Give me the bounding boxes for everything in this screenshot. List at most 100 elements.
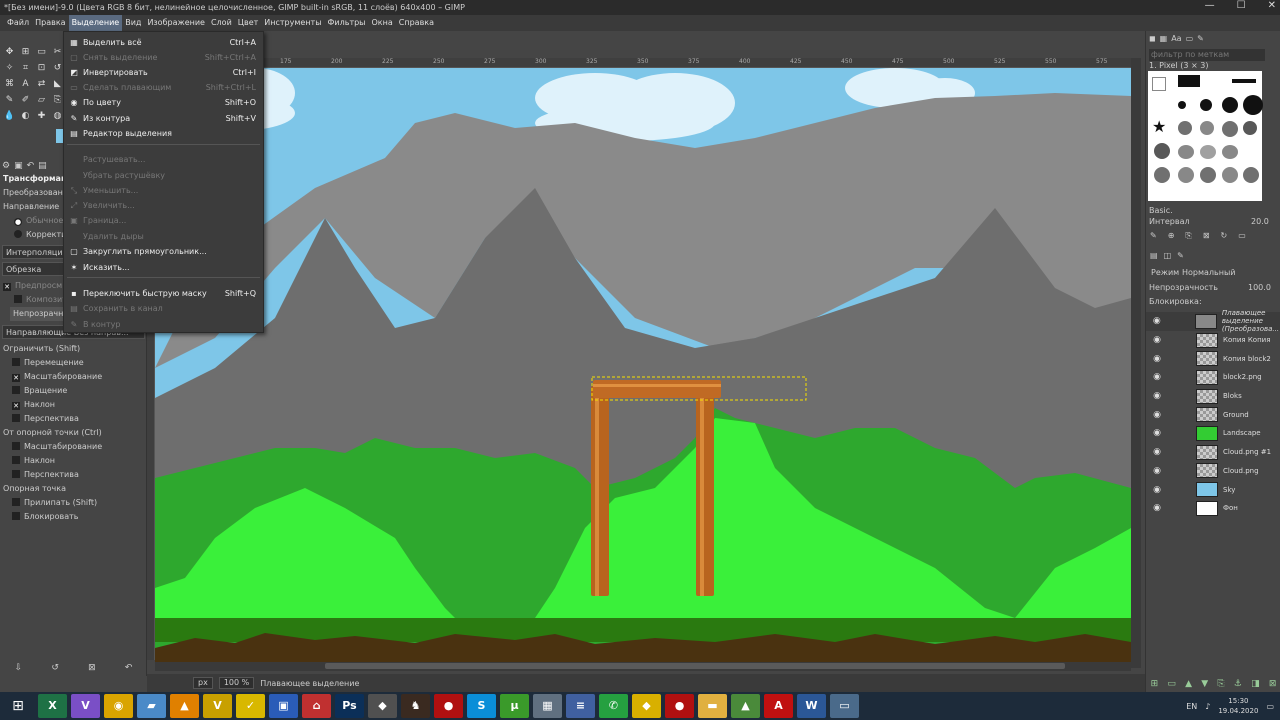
text-tool-icon[interactable]: A bbox=[18, 77, 33, 92]
selection-menu-item[interactable]: ✶ Исказить... bbox=[64, 260, 263, 275]
visibility-eye-icon[interactable]: ◉ bbox=[1146, 391, 1168, 401]
spacing-value[interactable]: 20.0 bbox=[1251, 217, 1269, 226]
brush-folder-icon[interactable]: ▭ bbox=[1238, 231, 1246, 241]
clock[interactable]: 15:30 19.04.2020 bbox=[1218, 696, 1258, 716]
menu-7[interactable]: Инструменты bbox=[261, 15, 324, 31]
constrain-items-checkbox[interactable]: Перспектива bbox=[0, 412, 147, 426]
pixel-brush[interactable] bbox=[1152, 77, 1166, 91]
layer-row[interactable]: ◉ Cloud.png #1 bbox=[1146, 443, 1280, 462]
whatsapp-icon[interactable]: ✆ bbox=[599, 694, 628, 718]
patterns-tab-icon[interactable]: ▦ bbox=[1160, 34, 1168, 43]
unit-select[interactable]: px bbox=[193, 677, 213, 689]
refresh-brushes-icon[interactable]: ↻ bbox=[1221, 231, 1228, 241]
zoom-select[interactable]: 100 % bbox=[218, 677, 255, 689]
selection-menu-item[interactable]: ▣ Граница... bbox=[64, 213, 263, 228]
selection-menu-item[interactable]: ▢ Закруглить прямоугольник... bbox=[64, 244, 263, 259]
new-layer-icon[interactable]: ⊞ bbox=[1151, 679, 1159, 689]
brush-fuzzy-1[interactable] bbox=[1178, 121, 1192, 135]
images-tab-icon[interactable]: ▤ bbox=[38, 161, 47, 171]
menu-6[interactable]: Цвет bbox=[235, 15, 262, 31]
menu-8[interactable]: Фильтры bbox=[325, 15, 369, 31]
brush-star[interactable]: ★ bbox=[1152, 119, 1168, 135]
record-icon[interactable]: ● bbox=[434, 694, 463, 718]
brush-line[interactable] bbox=[1232, 79, 1256, 83]
menu-5[interactable]: Слой bbox=[208, 15, 235, 31]
save-icon[interactable]: ▣ bbox=[269, 694, 298, 718]
brush-preset[interactable]: Basic. bbox=[1149, 206, 1173, 215]
reset-options-icon[interactable]: ↶ bbox=[125, 663, 133, 673]
recorder-icon[interactable]: ● bbox=[665, 694, 694, 718]
unified-transform-tool-icon[interactable]: ⊡ bbox=[34, 61, 49, 76]
photoshop-icon[interactable]: Ps bbox=[335, 694, 364, 718]
layer-opacity-value[interactable]: 100.0 bbox=[1248, 283, 1271, 292]
pivot-items-checkbox[interactable]: Перспектива bbox=[0, 468, 147, 482]
selection-menu-item[interactable]: Удалить дыры bbox=[64, 229, 263, 244]
anchor-items-checkbox[interactable]: Прилипать (Shift) bbox=[0, 496, 147, 510]
close-button[interactable]: ✕ bbox=[1268, 0, 1276, 11]
visibility-eye-icon[interactable]: ◉ bbox=[1146, 503, 1168, 513]
brush-texture-5[interactable] bbox=[1154, 167, 1170, 183]
duplicate-brush-icon[interactable]: ⎘ bbox=[1185, 231, 1191, 241]
visibility-eye-icon[interactable]: ◉ bbox=[1146, 316, 1168, 326]
delete-options-icon[interactable]: ⊠ bbox=[88, 663, 96, 673]
minimize-button[interactable]: — bbox=[1205, 0, 1215, 11]
brush-edit-icon[interactable]: ✎ bbox=[1197, 34, 1204, 43]
layer-row[interactable]: ◉ Копия block2 bbox=[1146, 349, 1280, 368]
brush-block[interactable] bbox=[1178, 75, 1200, 87]
layer-row[interactable]: ◉ block2.png bbox=[1146, 368, 1280, 387]
brush-texture-6[interactable] bbox=[1178, 167, 1194, 183]
selection-menu-item[interactable]: Растушевать... bbox=[64, 152, 263, 167]
folder-icon[interactable]: ▬ bbox=[698, 694, 727, 718]
brush-fuzzy-4[interactable] bbox=[1243, 121, 1257, 135]
landscape-icon[interactable]: ▲ bbox=[731, 694, 760, 718]
vectoring-icon[interactable]: V bbox=[203, 694, 232, 718]
brush-round-small[interactable] bbox=[1178, 101, 1186, 109]
calculator-icon[interactable]: ▦ bbox=[533, 694, 562, 718]
heal-tool-icon[interactable]: ✚ bbox=[34, 109, 49, 124]
device-status-tab-icon[interactable]: ▣ bbox=[14, 161, 23, 171]
keyboard-language[interactable]: EN bbox=[1186, 702, 1197, 711]
raise-layer-icon[interactable]: ▲ bbox=[1185, 679, 1192, 689]
utorrent-icon[interactable]: µ bbox=[500, 694, 529, 718]
layer-row[interactable]: ◉ Плавающее выделение (Преобразова... bbox=[1146, 309, 1280, 333]
pencil-tool-icon[interactable]: ✎ bbox=[2, 93, 17, 108]
layer-row[interactable]: ◉ Копия Копия bbox=[1146, 331, 1280, 350]
menu-0[interactable]: Файл bbox=[4, 15, 32, 31]
paths-tab-icon[interactable]: ✎ bbox=[1177, 251, 1184, 260]
brush-fuzzy-2[interactable] bbox=[1200, 121, 1214, 135]
windows-start-icon[interactable]: ⊞ bbox=[0, 692, 36, 720]
monitor-icon[interactable]: ▭ bbox=[830, 694, 859, 718]
delete-brush-icon[interactable]: ⊠ bbox=[1203, 231, 1210, 241]
explorer-icon[interactable]: ▰ bbox=[137, 694, 166, 718]
constrain-items-checkbox[interactable]: ✕ Наклон bbox=[0, 398, 147, 412]
brush-round-med[interactable] bbox=[1200, 99, 1212, 111]
constrain-items-checkbox[interactable]: Вращение bbox=[0, 384, 147, 398]
horizontal-scrollbar[interactable] bbox=[155, 662, 1131, 671]
brush-texture-2[interactable] bbox=[1178, 145, 1194, 159]
menu-3[interactable]: Вид bbox=[122, 15, 144, 31]
paths-tool-icon[interactable]: ⌘ bbox=[2, 77, 17, 92]
selection-menu-item[interactable]: ✎ В контур bbox=[64, 317, 263, 332]
align-tool-icon[interactable]: ⊞ bbox=[18, 45, 33, 60]
duplicate-layer-icon[interactable]: ⎘ bbox=[1217, 679, 1224, 689]
selection-menu-item[interactable]: ▢ Снять выделение Shift+Ctrl+A bbox=[64, 50, 263, 65]
menu-2[interactable]: Выделение bbox=[68, 15, 123, 31]
selection-menu-item[interactable]: ⤡ Уменьшить... bbox=[64, 183, 263, 198]
pivot-items-checkbox[interactable]: Наклон bbox=[0, 454, 147, 468]
flip-tool-icon[interactable]: ⇄ bbox=[34, 77, 49, 92]
fonts-tab-icon[interactable]: Aa bbox=[1171, 34, 1181, 43]
anchor-layer-icon[interactable]: ⚓ bbox=[1234, 679, 1242, 689]
rect-select-tool-icon[interactable]: ▭ bbox=[34, 45, 49, 60]
notifications-icon[interactable]: ▭ bbox=[1266, 702, 1274, 711]
selection-menu-item[interactable]: ▤ Редактор выделения bbox=[64, 126, 263, 141]
game-icon[interactable]: ♞ bbox=[401, 694, 430, 718]
layer-row[interactable]: ◉ Bloks bbox=[1146, 387, 1280, 406]
selection-menu-item[interactable]: ▪ Переключить быструю маску Shift+Q bbox=[64, 286, 263, 301]
selection-menu-item[interactable]: ▭ Сделать плавающим Shift+Ctrl+L bbox=[64, 80, 263, 95]
visibility-eye-icon[interactable]: ◉ bbox=[1146, 466, 1168, 476]
brush-texture-8[interactable] bbox=[1222, 167, 1238, 183]
brush-texture-4[interactable] bbox=[1222, 145, 1238, 159]
constrain-items-checkbox[interactable]: ✕ Масштабирование bbox=[0, 370, 147, 384]
visibility-eye-icon[interactable]: ◉ bbox=[1146, 354, 1168, 364]
maximize-button[interactable]: ☐ bbox=[1237, 0, 1246, 11]
